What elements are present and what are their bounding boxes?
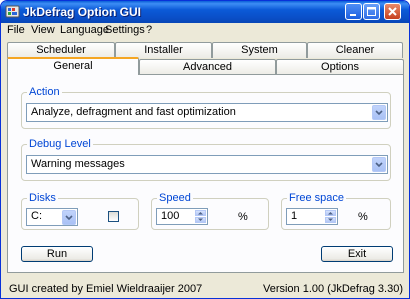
free-space-unit: % bbox=[358, 211, 368, 223]
action-group: Action Analyze, defragment and fast opti… bbox=[21, 86, 391, 129]
free-space-label: Free space bbox=[287, 192, 347, 204]
action-dropdown-button[interactable] bbox=[372, 105, 386, 120]
status-bar: GUI created by Emiel Wieldraaijer 2007 V… bbox=[1, 278, 409, 298]
exit-button[interactable]: Exit bbox=[321, 246, 393, 262]
arrow-down-icon bbox=[328, 218, 333, 221]
disks-select[interactable]: C: bbox=[26, 208, 78, 226]
action-value: Analyze, defragment and fast optimizatio… bbox=[31, 106, 236, 118]
debug-select[interactable]: Warning messages bbox=[26, 155, 388, 174]
menu-view[interactable]: View bbox=[31, 24, 55, 36]
app-window: JkDefrag Option GUI File View Language S… bbox=[0, 0, 410, 299]
speed-spinner[interactable] bbox=[195, 210, 206, 223]
speed-down-button[interactable] bbox=[195, 217, 206, 223]
arrow-up-icon bbox=[198, 212, 203, 215]
arrow-down-icon bbox=[198, 218, 203, 221]
debug-dropdown-button[interactable] bbox=[372, 157, 386, 172]
tab-general[interactable]: General bbox=[7, 57, 139, 75]
menu-file[interactable]: File bbox=[7, 24, 25, 36]
arrow-up-icon bbox=[328, 212, 333, 215]
menu-language[interactable]: Language bbox=[60, 24, 109, 36]
disks-group: Disks C: bbox=[21, 192, 139, 230]
menu-bar: File View Language Settings ? bbox=[1, 23, 409, 39]
title-bar[interactable]: JkDefrag Option GUI bbox=[1, 1, 409, 23]
debug-group: Debug Level Warning messages bbox=[21, 138, 391, 181]
speed-value: 100 bbox=[161, 210, 180, 222]
free-space-value: 1 bbox=[291, 210, 298, 222]
minimize-button[interactable] bbox=[345, 3, 362, 20]
credit-text: GUI created by Emiel Wieldraaijer 2007 bbox=[9, 283, 203, 295]
disks-dropdown-button[interactable] bbox=[62, 210, 76, 225]
maximize-icon bbox=[367, 7, 376, 16]
menu-help[interactable]: ? bbox=[146, 24, 152, 36]
debug-value: Warning messages bbox=[31, 158, 125, 170]
tab-options[interactable]: Options bbox=[276, 59, 404, 75]
chevron-down-icon bbox=[375, 162, 383, 168]
speed-up-button[interactable] bbox=[195, 210, 206, 216]
free-space-up-button[interactable] bbox=[325, 210, 336, 216]
close-icon bbox=[388, 7, 397, 16]
speed-input[interactable]: 100 bbox=[156, 208, 208, 225]
free-space-group: Free space 1 % bbox=[281, 192, 391, 230]
tab-cleaner[interactable]: Cleaner bbox=[307, 42, 403, 58]
debug-label: Debug Level bbox=[27, 138, 93, 150]
window-title: JkDefrag Option GUI bbox=[23, 5, 142, 19]
tab-scheduler[interactable]: Scheduler bbox=[7, 42, 115, 58]
maximize-button[interactable] bbox=[363, 3, 380, 20]
minimize-icon bbox=[350, 14, 356, 16]
action-label: Action bbox=[27, 86, 62, 98]
version-text: Version 1.00 (JkDefrag 3.30) bbox=[262, 283, 403, 295]
menu-settings[interactable]: Settings bbox=[105, 24, 145, 36]
free-space-spinner[interactable] bbox=[325, 210, 336, 223]
speed-group: Speed 100 % bbox=[151, 192, 269, 230]
disks-value: C: bbox=[31, 210, 42, 222]
run-button[interactable]: Run bbox=[21, 246, 93, 262]
tab-advanced[interactable]: Advanced bbox=[139, 59, 276, 75]
chevron-down-icon bbox=[375, 110, 383, 116]
chevron-down-icon bbox=[65, 215, 73, 221]
free-space-input[interactable]: 1 bbox=[286, 208, 338, 225]
tab-installer[interactable]: Installer bbox=[115, 42, 212, 58]
close-button[interactable] bbox=[384, 3, 401, 20]
free-space-down-button[interactable] bbox=[325, 217, 336, 223]
tab-system[interactable]: System bbox=[212, 42, 307, 58]
action-select[interactable]: Analyze, defragment and fast optimizatio… bbox=[26, 103, 388, 122]
general-panel: Action Analyze, defragment and fast opti… bbox=[7, 74, 404, 273]
speed-label: Speed bbox=[157, 192, 193, 204]
disks-checkbox[interactable] bbox=[108, 211, 119, 222]
speed-unit: % bbox=[238, 211, 248, 223]
disks-label: Disks bbox=[27, 192, 58, 204]
app-icon bbox=[5, 5, 20, 18]
